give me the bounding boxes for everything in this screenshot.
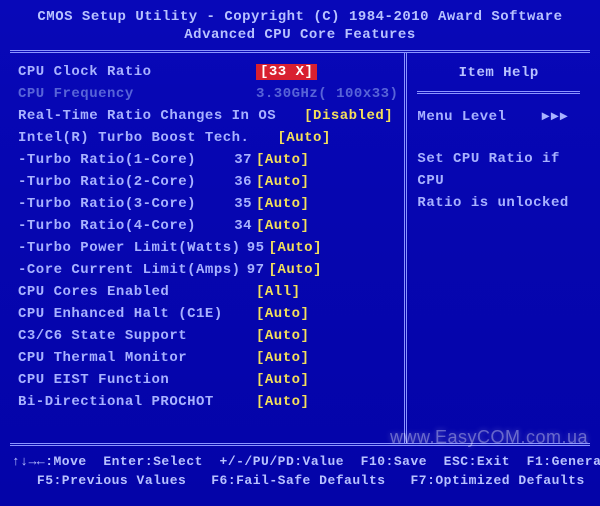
- setting-label: CPU Enhanced Halt (C1E): [18, 306, 228, 322]
- setting-value: Auto: [256, 372, 309, 388]
- setting-row-cpu_frequency[interactable]: CPU Frequency 3.30GHz( 100x33): [18, 83, 398, 105]
- setting-row-turbo_ratio_3[interactable]: -Turbo Ratio(3-Core)35Auto: [18, 193, 398, 215]
- footer-line2: F5:Previous Values F6:Fail-Safe Defaults…: [12, 473, 585, 488]
- setting-value: Auto: [256, 328, 309, 344]
- setting-row-turbo_boost[interactable]: Intel(R) Turbo Boost Tech. Auto: [18, 127, 398, 149]
- setting-label: Bi-Directional PROCHOT: [18, 394, 228, 410]
- setting-value: Auto: [269, 262, 322, 278]
- setting-row-c3c6_state[interactable]: C3/C6 State Support Auto: [18, 325, 398, 347]
- setting-num: 95: [241, 240, 265, 256]
- footer-hints: ↑↓→←:Move Enter:Select +/-/PU/PD:Value F…: [0, 446, 600, 490]
- setting-value: Auto: [256, 350, 309, 366]
- setting-value: Auto: [256, 306, 309, 322]
- help-text-line2: Ratio is unlocked: [417, 192, 580, 214]
- main-panel: CPU Clock Ratio 33 X CPU Frequency 3.30GHz(…: [10, 50, 590, 446]
- help-text-line1: Set CPU Ratio if CPU: [417, 148, 580, 192]
- setting-value: 3.30GHz( 100x33): [256, 86, 398, 102]
- setting-row-cpu_eist[interactable]: CPU EIST Function Auto: [18, 369, 398, 391]
- header-title: CMOS Setup Utility - Copyright (C) 1984-…: [0, 8, 600, 26]
- setting-value: Auto: [269, 240, 322, 256]
- setting-label: -Turbo Ratio(4-Core): [18, 218, 228, 234]
- setting-row-core_current_limit[interactable]: -Core Current Limit(Amps)97Auto: [18, 259, 398, 281]
- setting-value: All: [256, 284, 301, 300]
- setting-value: Auto: [256, 174, 309, 190]
- watermark: www.EasyCOM.com.ua: [390, 427, 588, 448]
- menu-level-arrows: ▸▸▸: [542, 109, 569, 125]
- setting-value: Auto: [256, 218, 309, 234]
- menu-level-label: Menu Level: [417, 109, 506, 125]
- setting-label: C3/C6 State Support: [18, 328, 228, 344]
- setting-label: -Turbo Ratio(3-Core): [18, 196, 228, 212]
- setting-label: Real-Time Ratio Changes In OS: [18, 108, 276, 124]
- setting-row-bi_prochot[interactable]: Bi-Directional PROCHOT Auto: [18, 391, 398, 413]
- setting-num: 37: [228, 152, 252, 168]
- setting-label: CPU EIST Function: [18, 372, 228, 388]
- bios-header: CMOS Setup Utility - Copyright (C) 1984-…: [0, 0, 600, 50]
- setting-row-turbo_power_limit[interactable]: -Turbo Power Limit(Watts)95Auto: [18, 237, 398, 259]
- setting-label: Intel(R) Turbo Boost Tech.: [18, 130, 249, 146]
- setting-label: CPU Cores Enabled: [18, 284, 228, 300]
- setting-row-cpu_cores_enabled[interactable]: CPU Cores Enabled All: [18, 281, 398, 303]
- setting-num: 34: [228, 218, 252, 234]
- setting-value: Auto: [256, 394, 309, 410]
- setting-value: Auto: [277, 130, 330, 146]
- setting-row-cpu_thermal[interactable]: CPU Thermal Monitor Auto: [18, 347, 398, 369]
- setting-num: 35: [228, 196, 252, 212]
- setting-value: 33 X: [256, 64, 317, 80]
- setting-label: -Turbo Ratio(2-Core): [18, 174, 228, 190]
- setting-label: CPU Frequency: [18, 86, 228, 102]
- setting-num: 97: [241, 262, 265, 278]
- setting-label: -Turbo Power Limit(Watts): [18, 240, 241, 256]
- setting-value: Auto: [256, 152, 309, 168]
- help-title: Item Help: [417, 61, 580, 94]
- setting-label: CPU Clock Ratio: [18, 64, 228, 80]
- setting-value: Disabled: [304, 108, 393, 124]
- help-panel: Item Help Menu Level ▸▸▸ Set CPU Ratio i…: [407, 53, 590, 443]
- setting-value: Auto: [256, 196, 309, 212]
- setting-row-cpu_clock_ratio[interactable]: CPU Clock Ratio 33 X: [18, 61, 398, 83]
- setting-row-turbo_ratio_4[interactable]: -Turbo Ratio(4-Core)34Auto: [18, 215, 398, 237]
- menu-level-row: Menu Level ▸▸▸: [417, 106, 580, 128]
- setting-row-turbo_ratio_2[interactable]: -Turbo Ratio(2-Core)36Auto: [18, 171, 398, 193]
- bios-screen: { "header": { "line1": "CMOS Setup Utili…: [0, 0, 600, 506]
- setting-num: 36: [228, 174, 252, 190]
- setting-row-cpu_enhanced_halt[interactable]: CPU Enhanced Halt (C1E) Auto: [18, 303, 398, 325]
- setting-label: -Turbo Ratio(1-Core): [18, 152, 228, 168]
- setting-row-realtime_ratio[interactable]: Real-Time Ratio Changes In OS Disabled: [18, 105, 398, 127]
- setting-label: -Core Current Limit(Amps): [18, 262, 241, 278]
- help-text: Set CPU Ratio if CPU Ratio is unlocked: [417, 148, 580, 214]
- header-subtitle: Advanced CPU Core Features: [0, 26, 600, 44]
- setting-row-turbo_ratio_1[interactable]: -Turbo Ratio(1-Core)37Auto: [18, 149, 398, 171]
- settings-list: CPU Clock Ratio 33 X CPU Frequency 3.30GHz(…: [10, 53, 407, 443]
- setting-label: CPU Thermal Monitor: [18, 350, 228, 366]
- footer-line1: ↑↓→←:Move Enter:Select +/-/PU/PD:Value F…: [12, 454, 600, 469]
